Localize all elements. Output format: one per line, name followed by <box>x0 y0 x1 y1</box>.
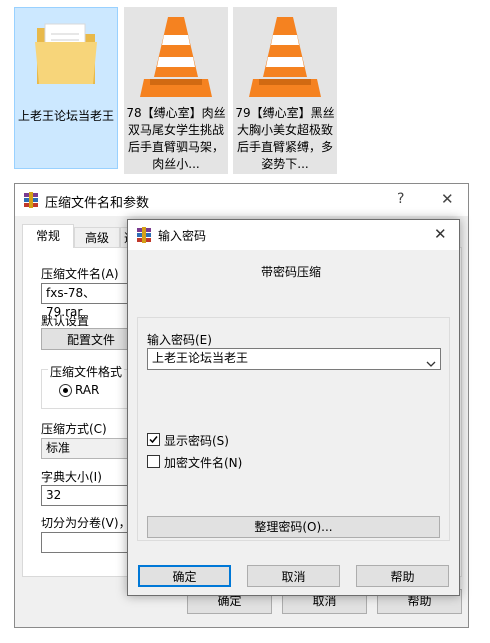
format-group-label: 压缩文件格式 <box>48 363 125 380</box>
profiles-button[interactable]: 配置文件 <box>41 328 141 350</box>
organize-passwords-button[interactable]: 整理密码(O)... <box>147 516 440 538</box>
cancel-button[interactable]: 取消 <box>247 565 340 587</box>
help-title-button[interactable]: ? <box>397 191 404 207</box>
file-tile-folder[interactable]: 上老王论坛当老王 <box>14 7 118 169</box>
archive-name-input[interactable]: fxs-78、79.rar <box>41 283 131 319</box>
vlc-icon <box>249 13 321 108</box>
dict-select[interactable]: 32 <box>41 485 131 506</box>
chevron-down-icon[interactable] <box>426 355 436 374</box>
password-value: 上老王论坛当老王 <box>152 351 249 365</box>
winrar-icon <box>136 227 152 246</box>
method-select[interactable]: 标准 <box>41 438 131 459</box>
file-caption: 上老王论坛当老王 <box>17 109 114 123</box>
dict-label: 字典大小(I) <box>41 470 102 484</box>
rar-radio[interactable] <box>59 384 72 397</box>
folder-icon <box>33 18 99 91</box>
rar-radio-label: RAR <box>75 383 100 397</box>
close-icon[interactable]: ✕ <box>434 225 447 243</box>
password-title-bar: 输入密码 ✕ <box>128 220 459 250</box>
ok-button[interactable]: 确定 <box>138 565 231 587</box>
show-password-label: 显示密码(S) <box>164 434 229 448</box>
method-label: 压缩方式(C) <box>41 422 107 436</box>
split-input[interactable] <box>41 532 131 553</box>
title-bar: 压缩文件名和参数 ? ✕ <box>15 184 468 216</box>
file-caption: 78【缚心室】肉丝双马尾女学生挑战后手直臂驷马架，肉丝小... <box>126 106 226 171</box>
close-icon[interactable]: ✕ <box>441 190 454 208</box>
tab-general[interactable]: 常规 <box>22 224 74 248</box>
file-tile-video-78[interactable]: 78【缚心室】肉丝双马尾女学生挑战后手直臂驷马架，肉丝小... <box>124 7 228 174</box>
password-dialog-title: 输入密码 <box>158 229 207 243</box>
password-heading: 带密码压缩 <box>261 265 322 279</box>
file-tile-video-79[interactable]: 79【缚心室】黑丝大胸小美女超极致后手直臂紧缚，多姿势下... <box>233 7 337 174</box>
encrypt-names-label: 加密文件名(N) <box>164 456 243 470</box>
default-settings-label: 默认设置 <box>41 314 90 328</box>
window-title: 压缩文件名和参数 <box>45 196 150 211</box>
show-password-checkbox[interactable] <box>147 433 160 446</box>
vlc-icon <box>140 13 212 108</box>
archive-name-label: 压缩文件名(A) <box>41 267 119 281</box>
password-dialog: 输入密码 ✕ 带密码压缩 输入密码(E) 上老王论坛当老王 显示密码(S) 加密… <box>127 219 460 596</box>
tab-advanced[interactable]: 高级 <box>74 227 120 248</box>
help-button[interactable]: 帮助 <box>356 565 449 587</box>
file-caption: 79【缚心室】黑丝大胸小美女超极致后手直臂紧缚，多姿势下... <box>235 106 335 171</box>
encrypt-names-checkbox[interactable] <box>147 455 160 468</box>
password-input[interactable]: 上老王论坛当老王 <box>147 348 441 370</box>
winrar-icon <box>23 192 39 211</box>
enter-password-label: 输入密码(E) <box>147 333 212 347</box>
